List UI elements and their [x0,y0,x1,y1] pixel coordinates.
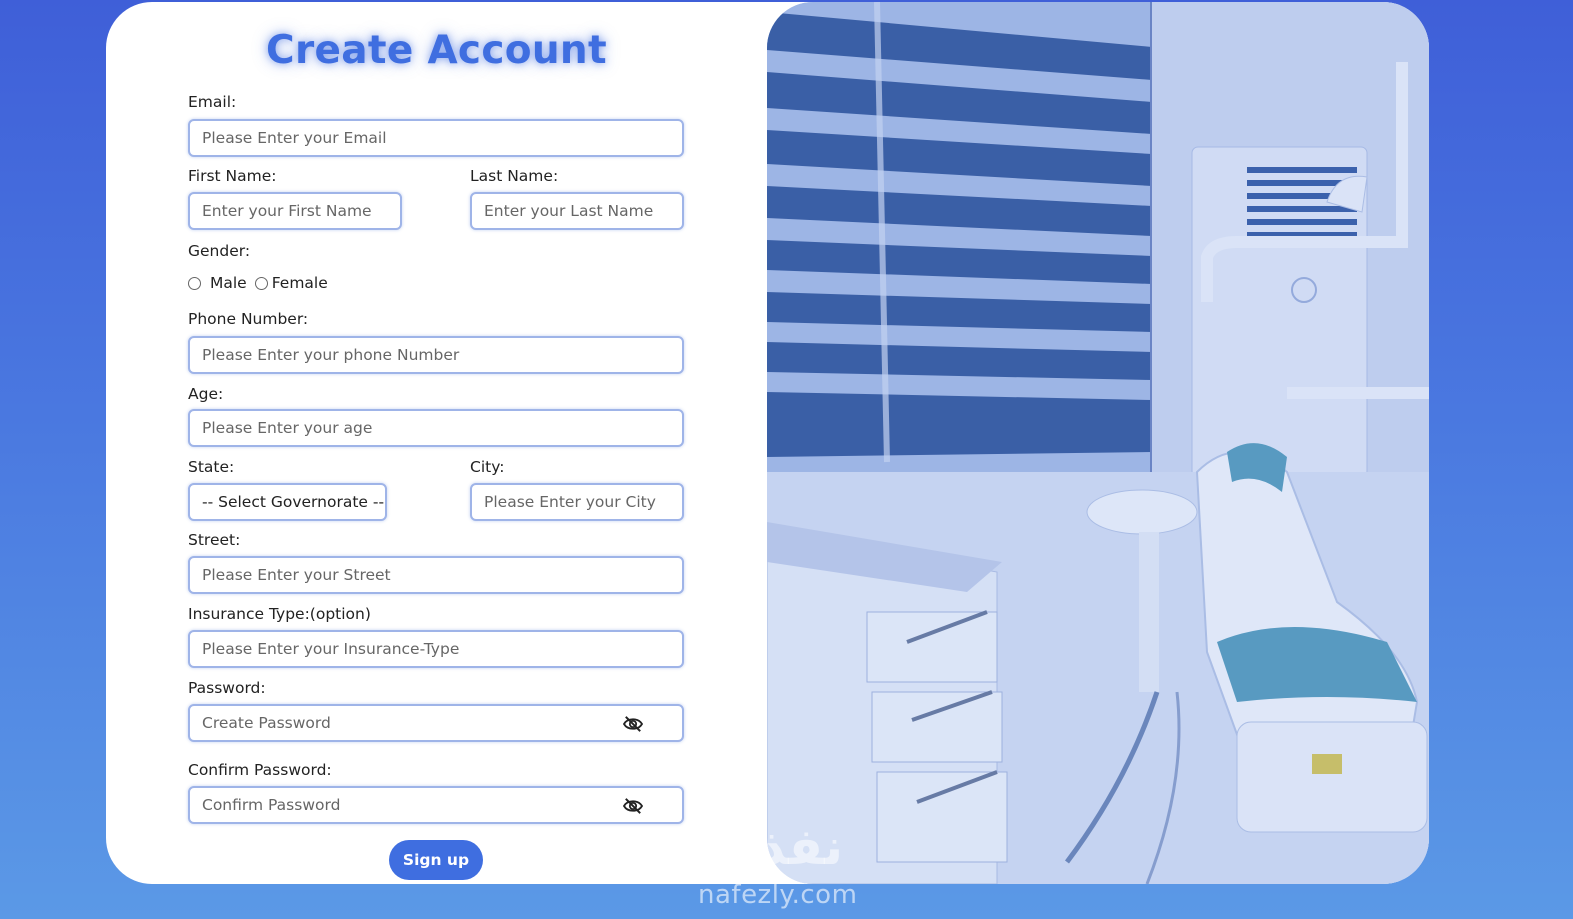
phone-input[interactable] [202,338,682,372]
password-field[interactable] [188,704,684,742]
confirm-password-label: Confirm Password: [188,761,332,779]
dental-clinic-illustration [767,2,1429,884]
watermark-url: nafezly.com [698,880,858,910]
street-label: Street: [188,531,241,549]
gender-radio-group: Male Female [188,274,328,292]
city-field[interactable] [470,483,684,521]
phone-label: Phone Number: [188,310,309,328]
watermark-logo: نفذلي [690,818,844,876]
age-label: Age: [188,385,224,403]
signup-form: Create Account Email: First Name: Last N… [106,2,767,884]
sign-up-button[interactable]: Sign up [389,840,483,880]
confirm-password-field[interactable] [188,786,684,824]
insurance-input[interactable] [202,632,682,666]
last-name-label: Last Name: [470,167,559,185]
gender-label: Gender: [188,242,251,260]
gender-male-label: Male [210,274,247,292]
last-name-field[interactable] [470,192,684,230]
phone-field[interactable] [188,336,684,374]
city-input[interactable] [484,485,682,519]
gender-female-radio[interactable] [254,276,268,290]
eye-slash-icon[interactable] [622,797,644,815]
email-field[interactable] [188,119,684,157]
first-name-label: First Name: [188,167,277,185]
signup-card: Create Account Email: First Name: Last N… [106,2,1429,884]
first-name-input[interactable] [202,194,400,228]
page-title: Create Account [266,28,607,73]
confirm-password-input[interactable] [202,788,582,822]
email-input[interactable] [202,121,682,155]
state-label: State: [188,458,235,476]
password-label: Password: [188,679,266,697]
insurance-field[interactable] [188,630,684,668]
state-select[interactable]: -- Select Governorate -- [188,483,387,521]
insurance-label: Insurance Type:(option) [188,605,371,623]
first-name-field[interactable] [188,192,402,230]
gender-male-radio[interactable] [188,276,201,290]
password-input[interactable] [202,706,582,740]
email-label: Email: [188,93,237,111]
street-field[interactable] [188,556,684,594]
street-input[interactable] [202,558,682,592]
last-name-input[interactable] [484,194,682,228]
state-select-value: -- Select Governorate -- [202,493,385,511]
age-input[interactable] [202,411,682,445]
age-field[interactable] [188,409,684,447]
eye-slash-icon[interactable] [622,715,644,733]
gender-female-label: Female [271,274,328,292]
city-label: City: [470,458,505,476]
dental-clinic-photo [767,2,1429,884]
